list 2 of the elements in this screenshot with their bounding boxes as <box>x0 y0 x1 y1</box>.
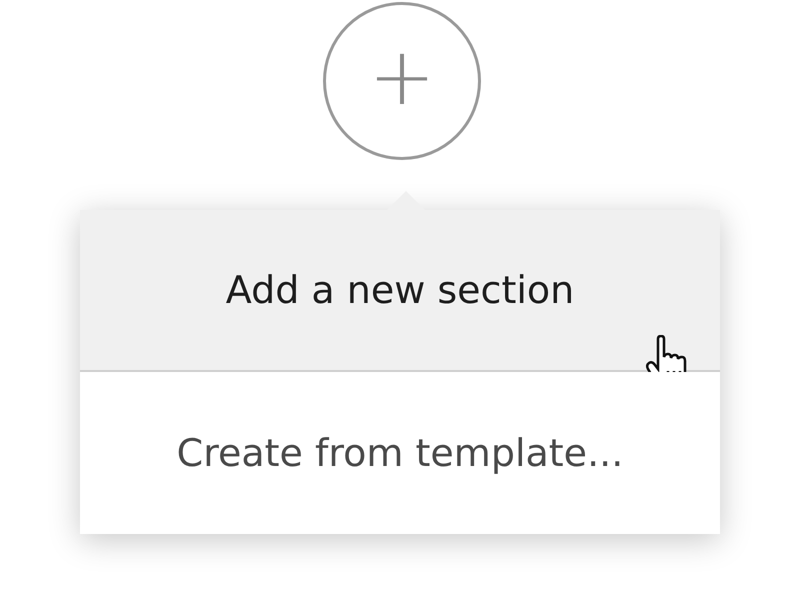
menu-item[interactable]: Create from template... <box>80 372 720 534</box>
menu-item[interactable]: Add a new section <box>80 210 720 372</box>
